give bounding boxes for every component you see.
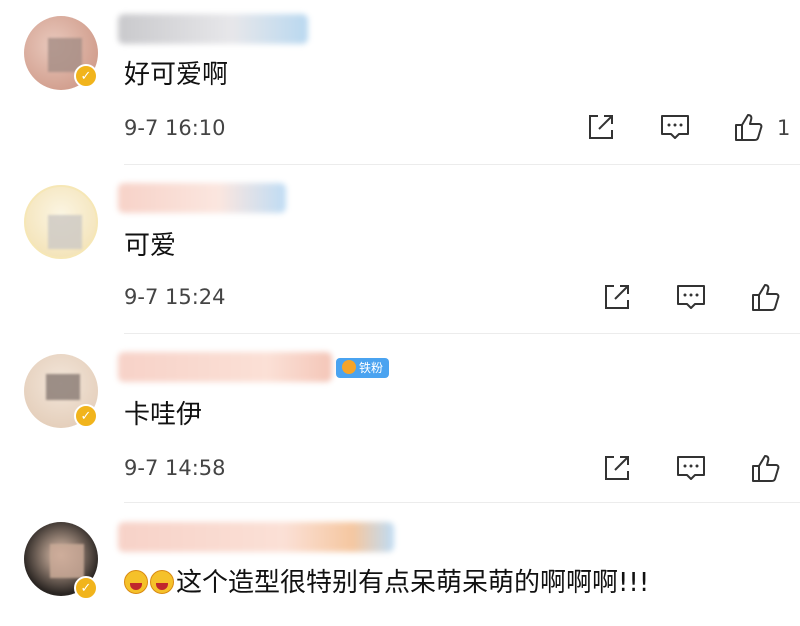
- comment-text: 这个造型很特别有点呆萌呆萌的啊啊啊!!!: [124, 568, 649, 598]
- username-blurred[interactable]: [118, 14, 308, 44]
- avatar[interactable]: [24, 185, 98, 259]
- comment-icon: [677, 285, 705, 309]
- comment-text: 可爱: [124, 231, 177, 261]
- fan-badge-label: 铁粉: [359, 361, 384, 375]
- comment-text: 好可爱啊: [124, 60, 229, 90]
- comment-text: 卡哇伊: [124, 400, 203, 430]
- comment-item: 可爱 9-7 15:24: [0, 165, 800, 335]
- comment-item: ✓ 好可爱啊 9-7 16:10 1: [0, 0, 800, 165]
- verified-badge-icon: ✓: [74, 404, 98, 428]
- thumbs-up-icon: [735, 114, 763, 141]
- thumbs-up-icon: [752, 284, 780, 311]
- share-button[interactable]: [599, 282, 635, 312]
- username-blurred[interactable]: [118, 522, 394, 552]
- share-icon: [605, 456, 629, 480]
- divider: [124, 502, 800, 503]
- fan-badge[interactable]: 铁粉: [336, 358, 390, 378]
- laughing-emoji-icon: [124, 570, 148, 594]
- crown-icon: [342, 360, 356, 374]
- thumbs-up-icon: [752, 455, 780, 482]
- comment-icon: [661, 115, 689, 139]
- username-blurred[interactable]: [118, 183, 286, 213]
- like-button[interactable]: [748, 282, 784, 312]
- share-button[interactable]: [599, 453, 635, 483]
- reply-button[interactable]: [657, 112, 693, 142]
- reply-button[interactable]: [673, 453, 709, 483]
- username-blurred[interactable]: [118, 352, 332, 382]
- like-count: 1: [777, 116, 791, 140]
- like-button[interactable]: [731, 112, 767, 142]
- verified-badge-icon: ✓: [74, 576, 98, 600]
- laughing-emoji-icon: [150, 570, 174, 594]
- comment-item: ✓ 这个造型很特别有点呆萌呆萌的啊啊啊!!!: [0, 504, 800, 626]
- reply-button[interactable]: [673, 282, 709, 312]
- comment-item: ✓ 铁粉 卡哇伊 9-7 14:58: [0, 334, 800, 504]
- comment-icon: [677, 456, 705, 480]
- comment-time: 9-7 15:24: [124, 285, 226, 309]
- comment-time: 9-7 14:58: [124, 456, 226, 480]
- share-icon: [605, 285, 629, 309]
- share-icon: [589, 115, 613, 139]
- share-button[interactable]: [583, 112, 619, 142]
- comment-time: 9-7 16:10: [124, 116, 226, 140]
- comment-text-content: 这个造型很特别有点呆萌呆萌的啊啊啊!!!: [176, 568, 650, 598]
- like-button[interactable]: [748, 453, 784, 483]
- verified-badge-icon: ✓: [74, 64, 98, 88]
